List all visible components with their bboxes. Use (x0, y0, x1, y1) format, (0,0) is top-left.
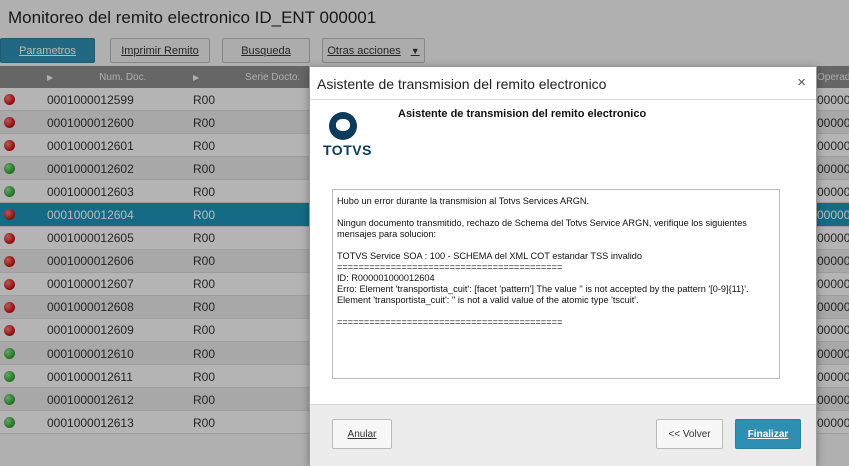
totvs-logo-text: TOTVS (323, 142, 372, 158)
modal-header: Asistente de transmision del remito elec… (310, 67, 816, 100)
message-line: Ningun documento transmitido, rechazo de… (337, 218, 747, 228)
modal-footer: Anular << Volver Finalizar (310, 404, 816, 466)
transmission-wizard-dialog: Asistente de transmision del remito elec… (309, 66, 817, 466)
message-line: ID: R000001000012604 (337, 273, 435, 283)
modal-title: Asistente de transmision del remito elec… (317, 76, 607, 92)
error-message-box[interactable]: Hubo un error durante la transmision al … (332, 189, 780, 379)
wizard-heading: Asistente de transmision del remito elec… (398, 108, 647, 120)
message-line: mensajes para solucion: (337, 229, 437, 239)
totvs-logo: TOTVS (323, 112, 373, 158)
message-line: Element 'transportista_cuit': '' is not … (337, 295, 639, 305)
finalizar-button[interactable]: Finalizar (735, 419, 801, 449)
message-line: Hubo un error durante la transmision al … (337, 196, 590, 206)
message-line (337, 306, 775, 317)
totvs-logo-mark (329, 112, 357, 140)
message-line (337, 207, 775, 218)
anular-button[interactable]: Anular (332, 419, 392, 449)
volver-button[interactable]: << Volver (656, 419, 723, 449)
close-icon[interactable]: × (797, 74, 806, 91)
message-line: ========================================… (337, 317, 563, 327)
message-line: TOTVS Service SOA : 100 - SCHEMA del XML… (337, 251, 643, 261)
message-line (337, 240, 775, 251)
message-line: ========================================… (337, 262, 563, 272)
message-line: Erro: Element 'transportista_cuit': [fac… (337, 284, 749, 294)
